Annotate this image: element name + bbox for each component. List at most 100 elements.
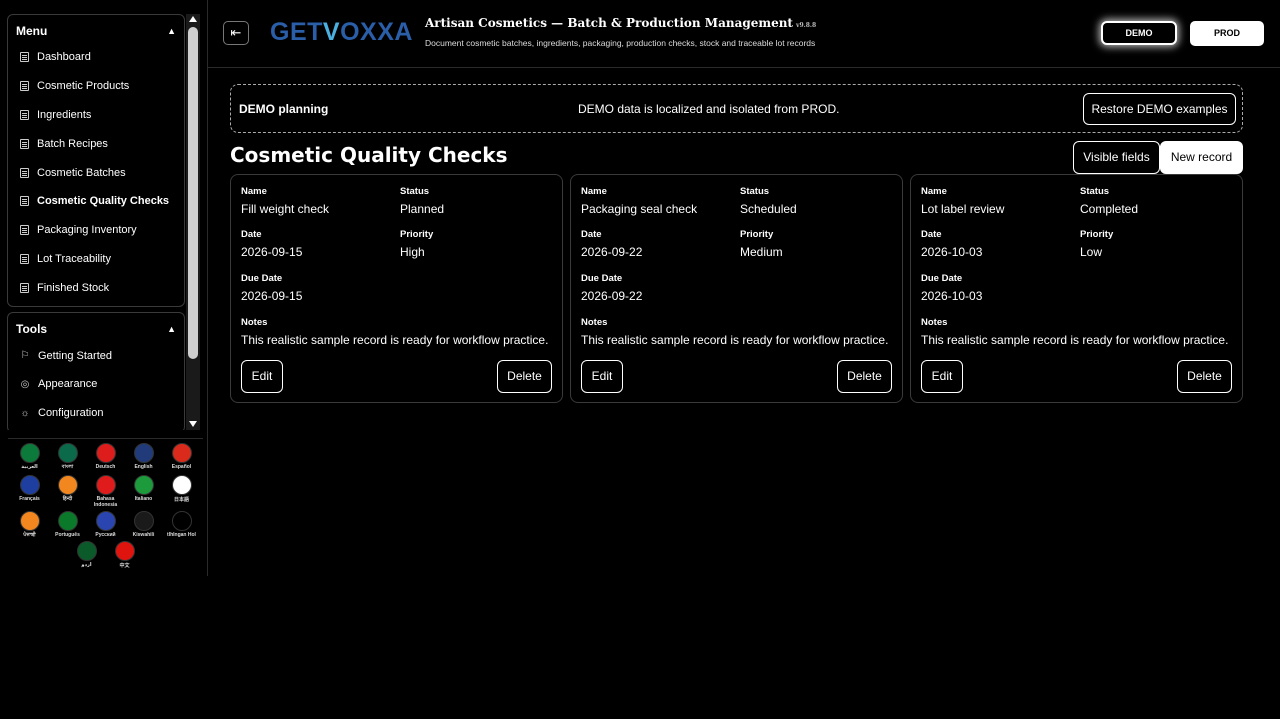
language-option[interactable]: हिन्दी <box>51 475 85 508</box>
document-icon <box>20 109 29 120</box>
edit-button[interactable]: Edit <box>241 360 283 393</box>
field-notes: Notes This realistic sample record is rea… <box>921 317 1228 347</box>
tools-item[interactable]: ◎ Appearance <box>8 370 184 399</box>
logo-text-v: V <box>322 18 341 46</box>
flag-icon <box>19 443 40 463</box>
language-option[interactable]: Français <box>13 475 47 508</box>
language-option[interactable]: Español <box>165 443 199 472</box>
gear-icon: ☼ <box>20 407 30 419</box>
field-value: This realistic sample record is ready fo… <box>241 333 549 347</box>
field-value: 2026-09-22 <box>581 245 643 259</box>
tools-panel-header[interactable]: Tools ▲ <box>8 317 184 341</box>
sidebar-item-label: Dashboard <box>37 51 91 64</box>
field-label: Due Date <box>581 273 623 284</box>
menu-title: Menu <box>16 24 48 38</box>
language-option[interactable]: বাংলা <box>51 443 85 472</box>
sidebar-scrollbar[interactable] <box>186 14 200 430</box>
field-value: This realistic sample record is ready fo… <box>581 333 889 347</box>
language-option[interactable]: 日本語 <box>165 475 199 508</box>
field-notes: Notes This realistic sample record is rea… <box>581 317 888 347</box>
tools-item[interactable]: ☼ Configuration <box>8 399 184 428</box>
sidebar-item[interactable]: Batch Recipes <box>8 129 184 158</box>
language-option[interactable]: Русский <box>89 511 123 538</box>
app-title: Artisan Cosmetics — Batch & Production M… <box>425 16 816 30</box>
sidebar-item-label: Cosmetic Batches <box>37 166 126 179</box>
language-option[interactable]: Italiano <box>127 475 161 508</box>
language-option[interactable]: Kiswahili <box>127 511 161 538</box>
field-label: Name <box>921 186 947 197</box>
flag-icon <box>171 511 192 531</box>
field-name: Name Lot label review <box>921 186 1004 216</box>
field-label: Date <box>921 229 942 240</box>
demo-banner: DEMO planning DEMO data is localized and… <box>230 84 1243 133</box>
field-due-date: Due Date 2026-09-15 <box>241 273 302 303</box>
language-option[interactable]: tlhIngan Hol <box>165 511 199 538</box>
sidebar-scroll-area: Menu ▲ Dashboard Cosmetic Products Ingredi… <box>7 14 185 430</box>
collapse-caret-icon[interactable]: ▲ <box>167 324 176 334</box>
restore-demo-button[interactable]: Restore DEMO examples <box>1083 93 1236 125</box>
sidebar-toggle-button[interactable]: ⇤ <box>223 21 249 45</box>
palette-icon: ◎ <box>20 378 30 390</box>
flag-icon <box>57 475 78 495</box>
tools-panel: Tools ▲ ⚐ Getting Started ◎ Appearance ☼ Conf… <box>7 312 185 430</box>
language-label: हिन्दी <box>62 496 73 502</box>
collapse-caret-icon[interactable]: ▲ <box>167 26 176 36</box>
flag-icon <box>19 475 40 495</box>
field-value: Planned <box>400 202 445 216</box>
language-option[interactable]: اردو <box>70 541 104 569</box>
document-icon <box>20 253 29 264</box>
language-option[interactable]: ਪੰਜਾਬੀ <box>13 511 47 538</box>
demo-env-button[interactable]: DEMO <box>1101 21 1177 45</box>
tools-item-label: Getting Started <box>38 349 112 362</box>
language-row: اردو 中文 <box>8 541 203 569</box>
document-icon <box>20 52 29 63</box>
scroll-up-arrow-icon[interactable] <box>189 16 197 22</box>
field-label: Date <box>581 229 602 240</box>
sidebar-item[interactable]: Ingredients <box>8 101 184 130</box>
prod-env-button[interactable]: PROD <box>1190 21 1264 46</box>
field-due-date: Due Date 2026-10-03 <box>921 273 982 303</box>
edit-button[interactable]: Edit <box>581 360 623 393</box>
banner-message: DEMO data is localized and isolated from… <box>578 102 840 116</box>
flag-icon <box>57 443 78 463</box>
sidebar-item[interactable]: Lot Traceability <box>8 245 184 274</box>
sidebar-item[interactable]: Finished Stock <box>8 273 184 302</box>
flag-icon <box>76 541 97 561</box>
sidebar-item[interactable]: Packaging Inventory <box>8 216 184 245</box>
delete-button[interactable]: Delete <box>497 360 552 393</box>
delete-button[interactable]: Delete <box>1177 360 1232 393</box>
flag-icon <box>114 541 135 561</box>
sidebar-item[interactable]: Cosmetic Products <box>8 72 184 101</box>
field-label: Name <box>241 186 267 197</box>
language-label: Русский <box>95 532 116 538</box>
flag-icon <box>171 443 192 463</box>
field-label: Name <box>581 186 607 197</box>
field-value: Packaging seal check <box>581 202 698 216</box>
language-label: Deutsch <box>95 464 116 470</box>
language-option[interactable]: Deutsch <box>89 443 123 472</box>
scrollbar-thumb[interactable] <box>188 27 198 359</box>
edit-button[interactable]: Edit <box>921 360 963 393</box>
menu-panel-header[interactable]: Menu ▲ <box>8 19 184 43</box>
field-value: High <box>400 245 425 259</box>
flag-icon <box>19 511 40 531</box>
sidebar-item[interactable]: Dashboard <box>8 43 184 72</box>
language-option[interactable]: 中文 <box>108 541 142 569</box>
field-value: This realistic sample record is ready fo… <box>921 333 1229 347</box>
field-name: Name Packaging seal check <box>581 186 697 216</box>
tools-item[interactable]: ⚐ Getting Started <box>8 341 184 370</box>
sidebar-item-label: Cosmetic Quality Checks <box>37 195 170 208</box>
language-option[interactable]: Bahasa Indonesia <box>89 475 123 508</box>
language-option[interactable]: Português <box>51 511 85 538</box>
field-priority: Priority High <box>400 229 433 259</box>
banner-title: DEMO planning <box>239 102 329 116</box>
language-option[interactable]: English <box>127 443 161 472</box>
language-option[interactable]: العربية <box>13 443 47 472</box>
delete-button[interactable]: Delete <box>837 360 892 393</box>
visible-fields-button[interactable]: Visible fields <box>1073 141 1160 174</box>
sidebar-item[interactable]: Cosmetic Quality Checks <box>8 187 184 216</box>
new-record-button[interactable]: New record <box>1160 141 1243 174</box>
field-label: Notes <box>241 317 268 328</box>
scroll-down-arrow-icon[interactable] <box>189 421 197 427</box>
sidebar-item[interactable]: Cosmetic Batches <box>8 158 184 187</box>
